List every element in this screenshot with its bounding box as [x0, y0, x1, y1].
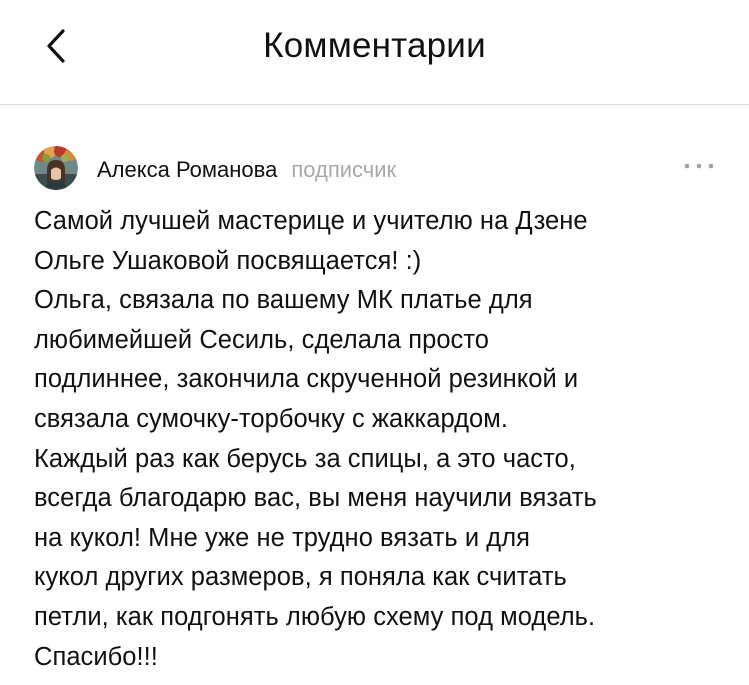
more-dots-icon [684, 163, 714, 169]
user-avatar-icon [34, 146, 78, 190]
page-title: Комментарии [263, 26, 486, 65]
avatar[interactable] [34, 146, 78, 190]
header-bar: Комментарии [0, 0, 749, 104]
comment-text: Самой лучшей мастерице и учителю на Дзен… [34, 207, 597, 671]
more-options-button[interactable] [680, 154, 720, 178]
author-row: Алекса Романова подписчик [97, 157, 396, 183]
subscriber-badge: подписчик [291, 157, 397, 182]
header-divider [0, 104, 749, 105]
author-name[interactable]: Алекса Романова [97, 157, 277, 183]
comments-screen: Комментарии Алекса Романова подписчик Са… [0, 0, 749, 685]
